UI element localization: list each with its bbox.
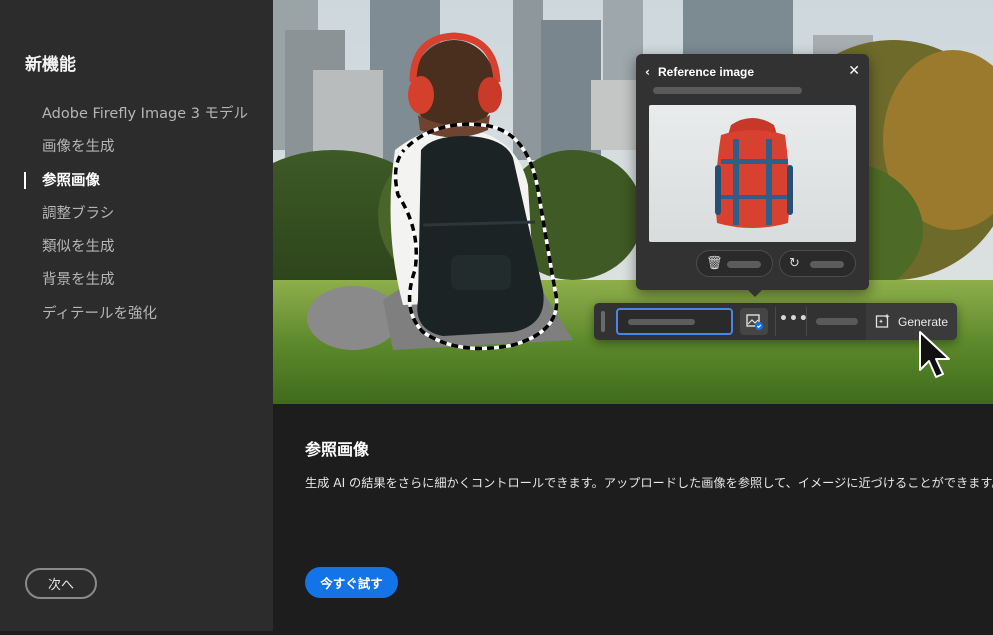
red-backpack-image [715,118,793,228]
popover-title: Reference image [658,65,755,79]
nav-item-generate-image[interactable]: 画像を生成 [0,134,273,167]
nav-item-reference-image[interactable]: 参照画像 [0,168,273,201]
reference-image-thumbnail [649,105,856,242]
nav-item-enhance-detail[interactable]: ディテールを強化 [0,301,273,334]
toolbar-divider [806,307,807,336]
nav-item-firefly-image3[interactable]: Adobe Firefly Image 3 モデル [0,101,273,134]
generate-toolbar: ••• Generate [594,303,957,340]
trash-icon: 🗑 [706,256,723,271]
reference-image-icon [746,314,763,330]
generate-icon [875,313,890,328]
nav-item-generate-similar[interactable]: 類似を生成 [0,234,273,267]
feature-title: 参照画像 [305,440,370,459]
park-scene-illustration [273,0,993,404]
feature-nav: Adobe Firefly Image 3 モデル 画像を生成 参照画像 調整ブ… [0,101,273,334]
hero-image [273,0,993,404]
nav-item-generate-background[interactable]: 背景を生成 [0,267,273,300]
more-icon[interactable]: ••• [779,311,809,327]
prompt-placeholder-bar [628,319,695,325]
refresh-icon: ↻ [789,256,800,271]
toolbar-divider [775,307,776,336]
sidebar: 新機能 Adobe Firefly Image 3 モデル 画像を生成 参照画像… [0,0,273,631]
sidebar-title: 新機能 [25,55,76,75]
drag-handle[interactable] [601,311,605,332]
nav-item-adjustment-brush[interactable]: 調整ブラシ [0,201,273,234]
try-now-button[interactable]: 今すぐ試す [305,567,398,598]
prompt-input[interactable] [616,308,733,335]
next-button[interactable]: 次へ [25,568,97,599]
delete-reference-button[interactable]: 🗑 [696,250,773,277]
reference-image-button[interactable] [740,308,768,335]
replace-reference-button[interactable]: ↻ [779,250,856,277]
mouse-pointer-icon [919,331,950,378]
popover-placeholder-bar [653,87,802,94]
close-icon[interactable]: ✕ [848,63,860,79]
feature-description: 生成 AI の結果をさらに細かくコントロールできます。アップロードした画像を参照… [305,476,993,490]
generate-label: Generate [898,315,949,329]
delete-label-placeholder [727,261,761,268]
chevron-left-icon[interactable]: ‹ [645,65,650,79]
replace-label-placeholder [810,261,844,268]
reference-image-popover: ‹ Reference image ✕ 🗑 ↻ [636,54,869,297]
toolbar-placeholder-bar [816,318,858,325]
